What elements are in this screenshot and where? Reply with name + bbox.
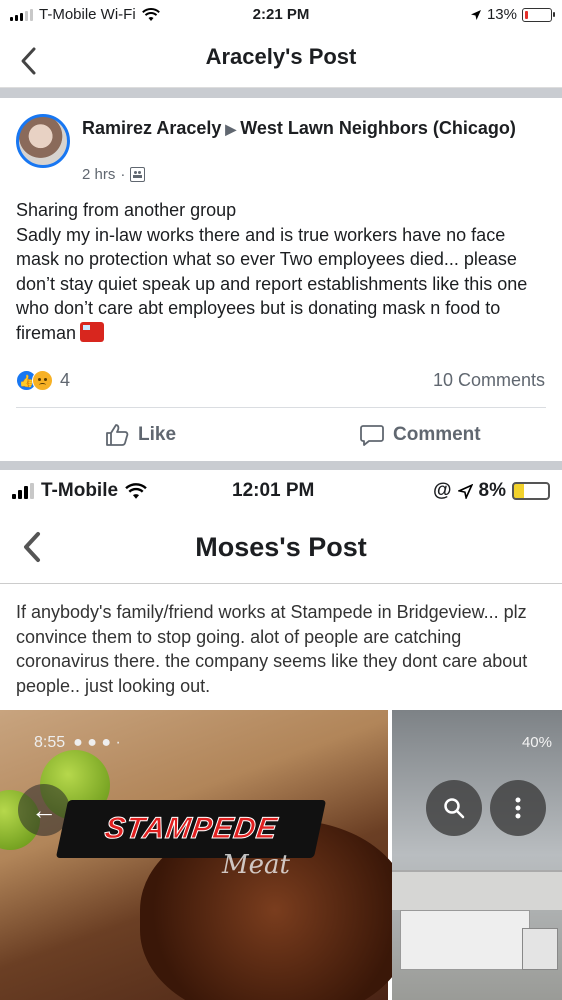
- battery-charging-icon: [512, 482, 550, 500]
- battery-icon: [522, 7, 555, 22]
- post-author-line: Ramirez Aracely ▶ West Lawn Neighbors (Chi…: [82, 116, 542, 141]
- post-text-body: Sadly my in-law works there and is true …: [16, 223, 551, 346]
- location-arrow-icon: [457, 483, 473, 499]
- group-name[interactable]: West Lawn Neighbors (Chicago): [240, 118, 516, 138]
- location-arrow-icon: [470, 9, 481, 20]
- shared-post-text: If anybody's family/friend works at Stam…: [16, 602, 528, 696]
- author-name[interactable]: Ramirez Aracely: [82, 118, 221, 138]
- reactions-separator: [16, 407, 546, 408]
- status-right: 13%: [470, 6, 555, 23]
- status-bar: T-Mobile Wi-Fi 2:21 PM 13%: [0, 0, 562, 32]
- signal-icon: [12, 483, 34, 499]
- page-title: Aracely's Post: [205, 44, 357, 69]
- reaction-count: 4: [60, 370, 71, 390]
- comments-count[interactable]: 10 Comments: [433, 370, 545, 391]
- warehouse-photo: 40%: [392, 710, 562, 1000]
- shared-status-right: @ 8%: [433, 480, 550, 502]
- like-button[interactable]: Like: [104, 422, 176, 448]
- post-text-line: Sharing from another group: [16, 200, 237, 220]
- truck-trailer-graphic: [400, 910, 530, 970]
- group-audience-icon: [130, 167, 146, 182]
- inner-status-bar: 8:55 ● ● ● ·: [34, 734, 121, 752]
- battery-percent: 13%: [486, 6, 517, 23]
- post-meta: 2 hrs ·: [82, 166, 146, 183]
- orientation-lock-icon: @: [433, 480, 452, 501]
- shared-status-bar: T-Mobile 12:01 PM @ 8%: [0, 470, 562, 510]
- shared-carrier-label: T-Mobile: [41, 480, 119, 501]
- thumbs-up-icon: [106, 424, 129, 446]
- search-icon: [426, 780, 482, 836]
- logo-subtext: Meat: [222, 850, 290, 880]
- shared-page-title: Moses's Post: [195, 532, 367, 562]
- steak-photo: 8:55 ● ● ● · ← STAMPEDE Meat: [0, 710, 410, 1000]
- navigation-bar: Aracely's Post: [0, 32, 562, 88]
- fire-engine-emoji-icon: [80, 321, 105, 342]
- comment-label: Comment: [393, 424, 481, 445]
- shared-status-left: T-Mobile: [12, 480, 147, 502]
- comment-button[interactable]: Comment: [359, 422, 481, 448]
- post-text: Sharing from another group Sadly my in-l…: [16, 198, 551, 345]
- building-graphic: [392, 870, 562, 910]
- reaction-summary[interactable]: 👍 4: [16, 370, 70, 391]
- battery-fill: [525, 10, 528, 19]
- inner-status-battery: 40%: [521, 734, 552, 751]
- post-time[interactable]: 2 hrs: [82, 166, 115, 183]
- more-vertical-icon: [490, 780, 546, 836]
- inner-status-time: 8:55: [34, 734, 66, 751]
- post-actions: Like Comment: [0, 410, 562, 460]
- arrow-right-icon: ▶: [225, 121, 237, 137]
- comment-bubble-icon: [360, 425, 384, 446]
- shared-images: 8:55 ● ● ● · ← STAMPEDE Meat 40%: [0, 710, 562, 1000]
- avatar[interactable]: [16, 114, 70, 168]
- like-label: Like: [138, 424, 177, 445]
- logo-text: STAMPEDE: [102, 812, 280, 846]
- meta-separator: ·: [120, 166, 126, 183]
- truck-cab-graphic: [522, 928, 558, 970]
- section-divider: [0, 88, 562, 98]
- shared-battery-percent: 8%: [478, 480, 506, 501]
- wifi-icon: [125, 482, 147, 499]
- shared-navigation-bar: Moses's Post: [0, 510, 562, 584]
- notification-dots-icon: ● ● ● ·: [73, 734, 121, 751]
- shared-status-time: 12:01 PM: [232, 480, 315, 501]
- sad-reaction-icon: [32, 370, 53, 391]
- shared-screenshot[interactable]: T-Mobile 12:01 PM @ 8% Moses's Post If a…: [0, 470, 562, 1000]
